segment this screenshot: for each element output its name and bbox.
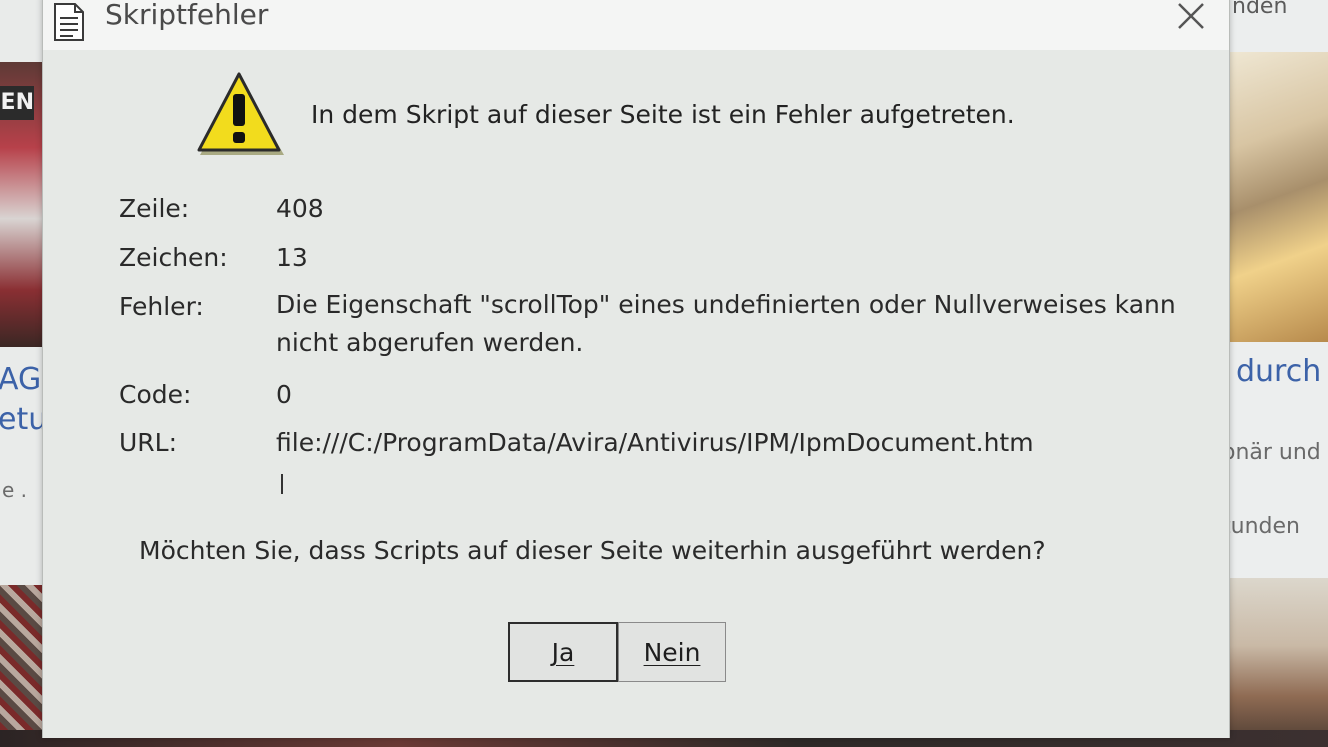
close-icon <box>1176 1 1206 35</box>
background-link: AGI <box>0 362 44 397</box>
code-value: 0 <box>276 380 292 409</box>
error-headline: In dem Skript auf dieser Seite ist ein F… <box>311 100 1015 129</box>
char-label: Zeichen: <box>119 243 228 272</box>
continue-question: Möchten Sie, dass Scripts auf dieser Sei… <box>139 536 1046 565</box>
background-text: tunden <box>1222 514 1300 539</box>
line-label: Zeile: <box>119 194 190 223</box>
background-image <box>1228 52 1328 342</box>
yes-button-label: Ja <box>551 637 575 667</box>
url-value: file:///C:/ProgramData/Avira/Antivirus/I… <box>276 428 1034 457</box>
script-error-dialog: Skriptfehler In dem Skript auf dieser Se… <box>42 0 1230 738</box>
yes-button[interactable]: Ja <box>508 622 618 682</box>
background-link: etu <box>0 402 44 437</box>
dialog-titlebar: Skriptfehler <box>43 0 1229 50</box>
no-button-label: Nein <box>643 637 701 667</box>
warning-icon <box>193 70 285 158</box>
line-value: 408 <box>276 194 324 223</box>
background-text: onär und <box>1222 440 1321 465</box>
background-text: nden <box>1232 0 1288 19</box>
close-button[interactable] <box>1171 0 1211 38</box>
char-value: 13 <box>276 243 308 272</box>
error-label: Fehler: <box>119 292 204 321</box>
text-cursor <box>281 474 283 494</box>
background-badge: EN <box>0 86 34 120</box>
background-text: e . <box>2 478 28 502</box>
code-label: Code: <box>119 380 192 409</box>
url-label: URL: <box>119 428 178 457</box>
no-button[interactable]: Nein <box>618 622 726 682</box>
dialog-title: Skriptfehler <box>105 0 269 31</box>
background-link: durch <box>1236 354 1322 389</box>
document-icon <box>53 2 85 42</box>
background-image <box>1225 578 1328 747</box>
error-value: Die Eigenschaft "scrollTop" eines undefi… <box>276 290 1176 357</box>
